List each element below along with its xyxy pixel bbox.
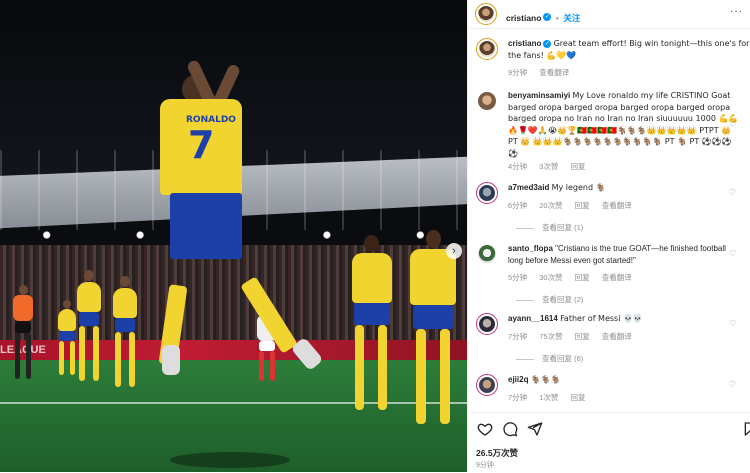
comment-username[interactable]: ayann__1614 <box>508 314 558 323</box>
heart-icon[interactable] <box>477 421 493 437</box>
share-icon[interactable] <box>527 421 543 437</box>
comment-like-icon[interactable]: ♡ <box>729 380 736 389</box>
like-count[interactable]: 26.5万次赞 <box>476 447 518 459</box>
comment-username[interactable]: benyaminsamiyi <box>508 91 570 100</box>
avatar[interactable] <box>476 313 498 335</box>
avatar[interactable] <box>476 38 498 60</box>
reply-button[interactable]: 回复 <box>575 273 590 282</box>
comment-username[interactable]: ejii2q <box>508 375 528 384</box>
reply-button[interactable]: 回复 <box>571 162 586 171</box>
comment-time: 6分钟 <box>508 201 528 210</box>
caption-time: 9分钟 <box>508 68 528 77</box>
post-author-username[interactable]: cristiano <box>506 13 541 23</box>
avatar[interactable] <box>478 245 496 263</box>
post-sidebar: cristiano ✓ • 关注 ··· cristiano ✓ Great tea… <box>467 0 750 472</box>
follow-button[interactable]: 关注 <box>563 13 580 23</box>
post-photo[interactable]: LEAGUE RONALDO 7 › <box>0 0 467 472</box>
teammate-player <box>108 276 142 394</box>
post-header: cristiano ✓ • 关注 ··· <box>468 0 750 29</box>
comment-icon[interactable] <box>502 421 518 437</box>
view-replies-link[interactable]: 查看回复 (2) <box>516 294 583 305</box>
translate-link[interactable]: 查看翻译 <box>602 201 632 210</box>
referee <box>8 285 38 385</box>
jersey-number: 7 <box>188 123 215 167</box>
comment-username[interactable]: santo_flopa <box>508 244 553 253</box>
avatar[interactable] <box>478 92 496 110</box>
next-image-button[interactable]: › <box>446 243 462 259</box>
comment-text: My legend 🐐 <box>551 183 606 192</box>
comment-time: 5分钟 <box>508 273 528 282</box>
comment-text: Father of Messi 💀💀 <box>560 314 643 323</box>
comment-item: santo_flopa "Cristiano is the true GOAT—… <box>476 243 748 305</box>
bookmark-icon[interactable] <box>742 421 750 437</box>
separator: • <box>555 13 559 23</box>
comment-likes[interactable]: 1次赞 <box>539 393 558 402</box>
avatar[interactable] <box>476 374 498 396</box>
comment-text: 🐐🐐🐐 <box>530 375 561 384</box>
view-replies-link[interactable]: 查看回复 (6) <box>516 353 583 364</box>
comment-text: My Love ronaldo my life CRISTINO Goat ba… <box>508 91 739 158</box>
reply-button[interactable]: 回复 <box>575 201 590 210</box>
comment-likes[interactable]: 20次赞 <box>539 201 562 210</box>
teammate-player <box>55 300 79 378</box>
post-caption: cristiano ✓ Great team effort! Big win to… <box>476 38 749 82</box>
player-shadow <box>170 452 290 468</box>
teammate-player <box>404 230 462 435</box>
comment-username[interactable]: a7med3aid <box>508 183 549 192</box>
verified-badge-icon: ✓ <box>543 12 552 21</box>
caption-username[interactable]: cristiano <box>508 39 541 48</box>
post-time: 9分钟 <box>476 462 494 469</box>
comment-likes[interactable]: 30次赞 <box>539 273 562 282</box>
comment-time: 4分钟 <box>508 162 528 171</box>
reply-button[interactable]: 回复 <box>571 393 586 402</box>
more-options-icon[interactable]: ··· <box>730 6 743 17</box>
teammate-player <box>346 235 398 420</box>
comment-time: 7分钟 <box>508 332 528 341</box>
comment-likes[interactable]: 75次赞 <box>539 332 562 341</box>
comment-item: benyaminsamiyi My Love ronaldo my life C… <box>476 90 748 171</box>
comment-like-icon[interactable]: ♡ <box>729 249 736 258</box>
celebrating-player: RONALDO 7 <box>148 55 328 395</box>
post-actions: 26.5万次赞 9分钟 <box>468 412 750 473</box>
translate-link[interactable]: 查看翻译 <box>602 332 632 341</box>
reply-button[interactable]: 回复 <box>575 332 590 341</box>
avatar[interactable] <box>475 3 497 25</box>
comment-like-icon[interactable]: ♡ <box>729 319 736 328</box>
avatar[interactable] <box>476 182 498 204</box>
comments-list[interactable]: cristiano ✓ Great team effort! Big win to… <box>468 28 750 412</box>
comment-item: ayann__1614 Father of Messi 💀💀 7分钟 75次赞 … <box>476 313 748 363</box>
verified-badge-icon: ✓ <box>543 39 552 48</box>
comment-time: 7分钟 <box>508 393 528 402</box>
comment-like-icon[interactable]: ♡ <box>729 120 736 129</box>
comment-like-icon[interactable]: ♡ <box>729 188 736 197</box>
translate-link[interactable]: 查看翻译 <box>539 68 569 77</box>
translate-link[interactable]: 查看翻译 <box>602 273 632 282</box>
view-replies-link[interactable]: 查看回复 (1) <box>516 222 583 233</box>
comment-item: a7med3aid My legend 🐐 6分钟 20次赞 回复 查看翻译 ♡… <box>476 182 748 232</box>
comment-likes[interactable]: 3次赞 <box>539 162 558 171</box>
comment-item: ejii2q 🐐🐐🐐 7分钟 1次赞 回复 ♡ <box>476 374 748 408</box>
